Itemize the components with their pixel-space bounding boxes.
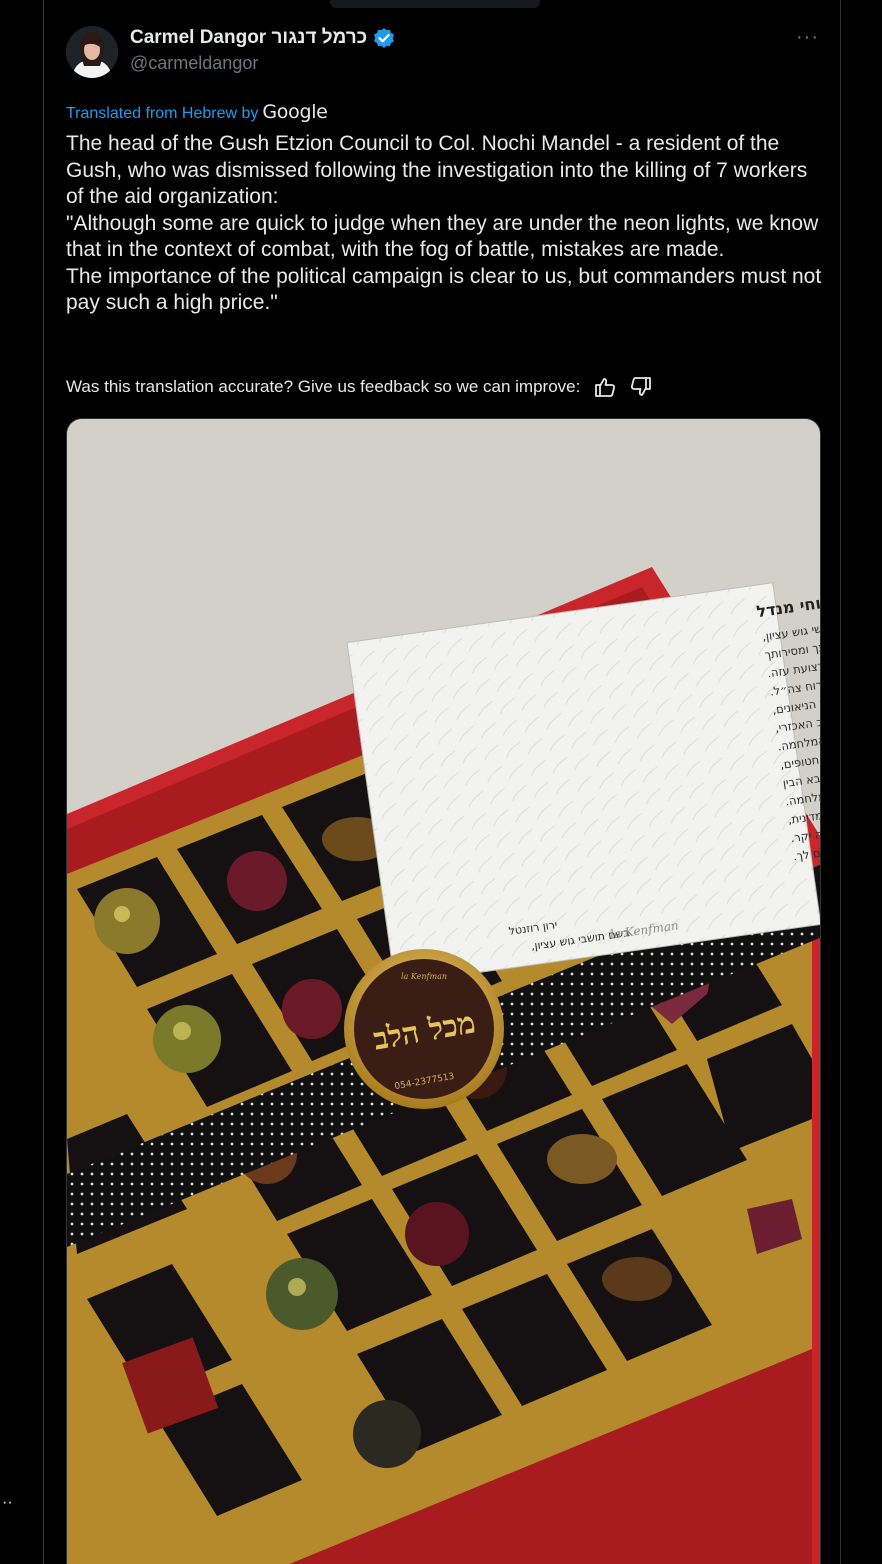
translated-label: Translated from Hebrew by — [66, 105, 259, 122]
seal-brand: la Kenfman — [401, 972, 447, 981]
tweet-photo[interactable]: לשכננו וחברנו אל״מ (מיל) נוחי מנדל את הע… — [66, 418, 821, 1564]
more-options-icon[interactable]: ··· — [796, 26, 819, 49]
translation-feedback: Was this translation accurate? Give us f… — [66, 376, 652, 398]
feedback-prompt: Was this translation accurate? Give us f… — [66, 377, 581, 396]
thumbs-down-icon[interactable] — [630, 376, 652, 398]
thumbs-up-icon[interactable] — [594, 376, 616, 398]
top-scroll-bar — [330, 0, 540, 8]
avatar[interactable] — [66, 26, 118, 78]
author-handle[interactable]: @carmeldangor — [130, 53, 258, 74]
seal-sticker: la Kenfman מכל הלב 054-2377513 — [344, 949, 504, 1109]
author-name-row[interactable]: Carmel Dangor כרמל דנגור — [130, 27, 395, 49]
google-logo: Google — [262, 101, 328, 123]
edge-indicator: ·· — [2, 1494, 13, 1511]
display-name[interactable]: Carmel Dangor כרמל דנגור — [130, 27, 367, 49]
verified-badge-icon — [373, 27, 395, 49]
translation-attribution: Translated from Hebrew by Google — [66, 101, 328, 123]
tweet-text: The head of the Gush Etzion Council to C… — [66, 132, 822, 314]
